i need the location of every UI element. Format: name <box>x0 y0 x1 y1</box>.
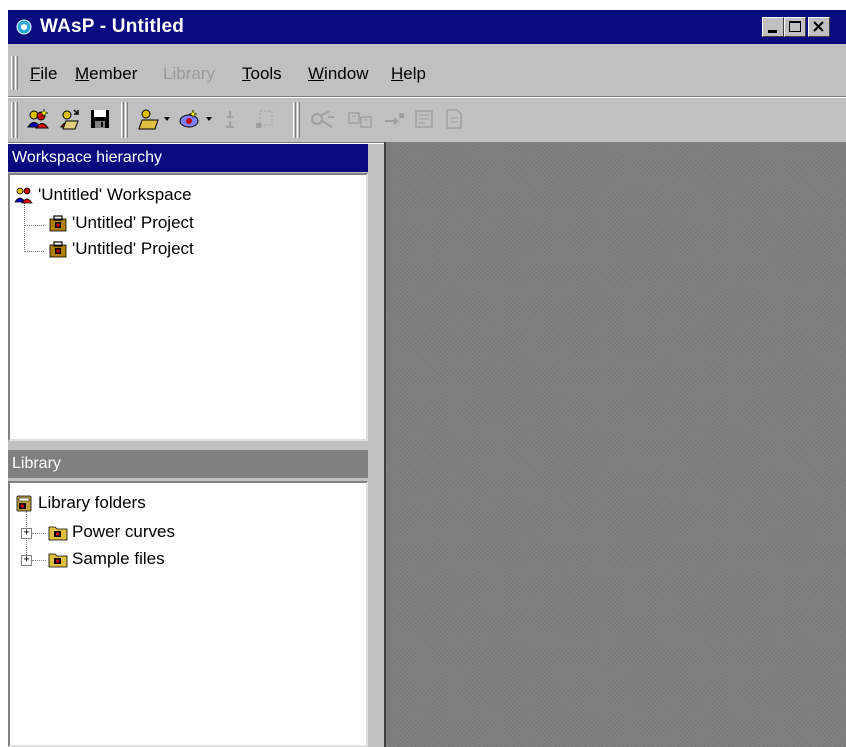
app-window: WAsP - Untitled File Member Library Tool… <box>8 10 846 747</box>
close-icon <box>813 21 824 32</box>
menu-tools[interactable]: Tools <box>242 64 282 84</box>
library-tree[interactable]: + + Library folders Power curves Sample … <box>8 481 368 747</box>
minimize-icon <box>768 30 777 33</box>
toolbar-grip[interactable] <box>125 102 128 138</box>
expand-icon[interactable]: + <box>21 555 32 566</box>
tree-item-label: Library folders <box>38 493 146 512</box>
library-folders-icon <box>16 495 32 512</box>
menu-bar: File Member Library Tools Window Help <box>8 50 846 96</box>
menu-window[interactable]: Window <box>308 64 368 84</box>
menu-library[interactable]: Library <box>163 64 215 84</box>
open-folder-dropdown-icon[interactable] <box>136 107 172 131</box>
menubar-grip[interactable] <box>15 56 18 90</box>
maximize-icon <box>789 21 801 32</box>
maximize-button[interactable] <box>784 17 806 37</box>
wasp-app-icon <box>16 19 32 35</box>
toolbar-grip[interactable] <box>11 102 14 138</box>
report-icon[interactable] <box>412 107 436 131</box>
calculate-icon[interactable] <box>308 107 336 131</box>
tree-connector <box>24 251 44 252</box>
tree-item-label: 'Untitled' Workspace <box>38 185 192 204</box>
title-bar[interactable]: WAsP - Untitled <box>8 10 846 44</box>
project-icon <box>49 215 67 232</box>
workspace-panel-title[interactable]: Workspace hierarchy <box>8 144 368 172</box>
document-icon[interactable] <box>442 107 466 131</box>
project-icon <box>49 241 67 258</box>
menubar-grip[interactable] <box>11 56 14 90</box>
tree-item-label: Sample files <box>72 549 165 568</box>
insert-member-dropdown-icon[interactable] <box>178 107 214 131</box>
properties-icon[interactable] <box>252 107 276 131</box>
open-workspace-icon[interactable] <box>58 107 82 131</box>
tree-item-label: 'Untitled' Project <box>72 239 194 258</box>
move-icon[interactable] <box>382 107 406 131</box>
tree-connector <box>24 225 44 226</box>
minimize-button[interactable] <box>762 17 784 37</box>
toolbar-grip[interactable] <box>293 102 296 138</box>
folder-icon <box>48 526 68 541</box>
library-panel-title[interactable]: Library <box>8 450 368 478</box>
disconnect-icon[interactable] <box>220 107 244 131</box>
expand-icon[interactable]: + <box>21 528 32 539</box>
tree-connector <box>32 533 46 534</box>
menu-help[interactable]: Help <box>391 64 426 84</box>
toolbar-grip[interactable] <box>15 102 18 138</box>
folder-icon <box>48 553 68 568</box>
close-button[interactable] <box>808 17 830 37</box>
mdi-client-area[interactable] <box>384 142 846 747</box>
toolbar <box>8 98 846 142</box>
sites-icon[interactable] <box>346 107 374 131</box>
save-icon[interactable] <box>88 107 112 131</box>
toolbar-grip[interactable] <box>297 102 300 138</box>
workspace-icon <box>14 187 33 204</box>
window-title: WAsP - Untitled <box>40 16 185 37</box>
tree-item-label: Power curves <box>72 522 175 541</box>
workspace-tree[interactable]: 'Untitled' Workspace 'Untitled' Project … <box>8 173 368 441</box>
tree-item-label: 'Untitled' Project <box>72 213 194 232</box>
menu-file[interactable]: File <box>30 64 57 84</box>
new-workspace-icon[interactable] <box>26 107 50 131</box>
tree-connector <box>32 560 46 561</box>
toolbar-grip[interactable] <box>121 102 124 138</box>
menu-member[interactable]: Member <box>75 64 137 84</box>
